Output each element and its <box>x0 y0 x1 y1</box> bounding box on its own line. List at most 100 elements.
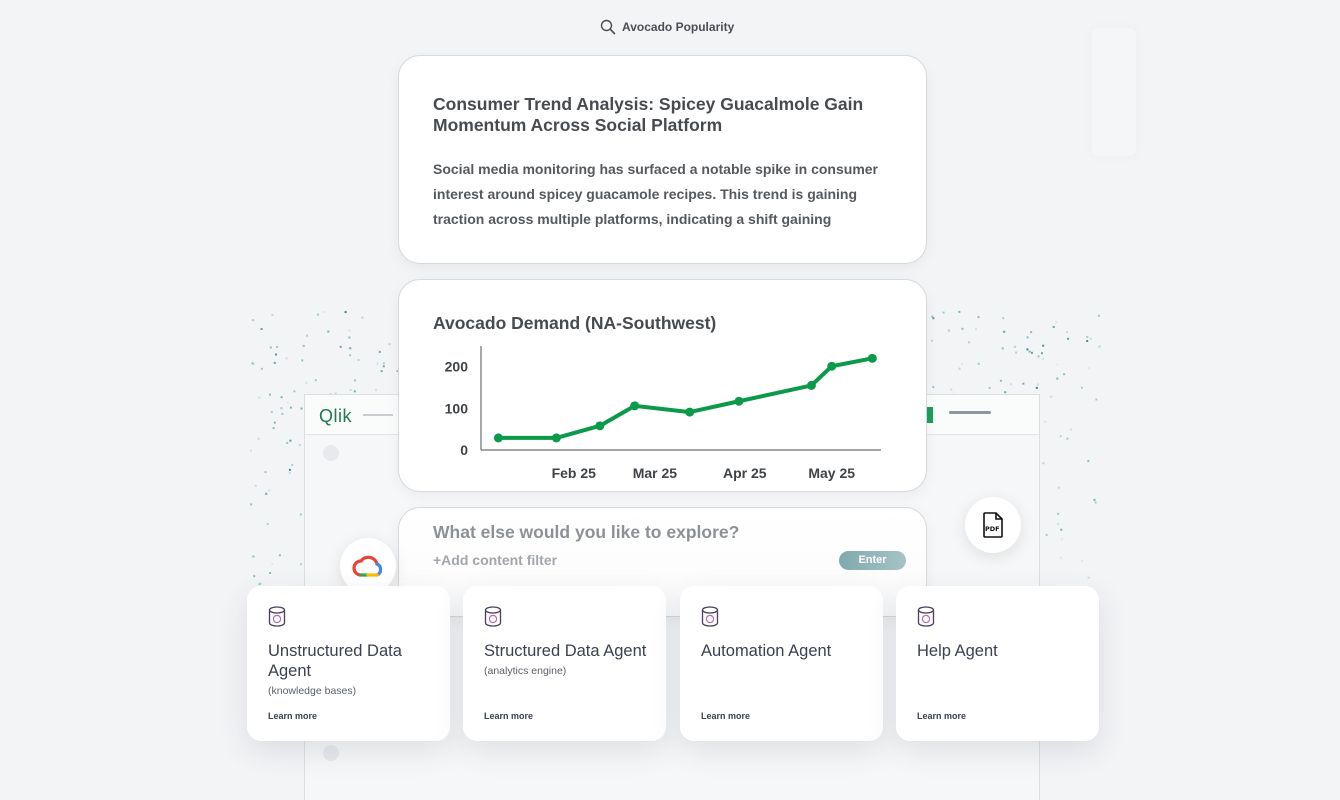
particle-dot <box>1061 538 1064 541</box>
particle-dot <box>1004 391 1007 394</box>
particle-dot <box>1028 350 1031 353</box>
agent-card-unstructured[interactable]: Unstructured Data Agent (knowledge bases… <box>247 586 450 741</box>
particle-dot <box>286 441 289 444</box>
menu-bar-icon <box>949 411 991 414</box>
particle-dot <box>265 492 268 495</box>
particle-dot <box>273 421 276 424</box>
particle-dot <box>250 503 253 506</box>
particle-dot <box>260 328 263 330</box>
particle-dot <box>286 401 289 404</box>
particle-dot <box>288 471 291 474</box>
particle-dot <box>257 437 260 440</box>
learn-more-link[interactable]: Learn more <box>268 711 317 721</box>
particle-dot <box>353 390 356 393</box>
particle-dot <box>1080 386 1083 389</box>
particle-dot <box>380 370 383 373</box>
particle-dot <box>289 406 292 409</box>
particle-dot <box>977 362 980 365</box>
particle-dot <box>1070 428 1072 431</box>
particle-dot <box>1055 321 1058 324</box>
article-body: Social media monitoring has surfaced a n… <box>433 161 879 227</box>
particle-dot <box>930 339 933 342</box>
particle-dot <box>975 327 977 330</box>
particle-dot <box>375 389 377 392</box>
article-card: Consumer Trend Analysis: Spicey Guacalmo… <box>398 55 927 264</box>
faint-panel <box>1092 28 1136 156</box>
x-tick-label: May 25 <box>808 465 855 481</box>
google-cloud-icon <box>352 555 383 577</box>
enter-button[interactable]: Enter <box>839 551 906 570</box>
particle-dot <box>1087 576 1090 579</box>
data-point <box>685 407 695 417</box>
particle-dot <box>1057 486 1060 489</box>
particle-dot <box>1026 348 1029 351</box>
particle-dot <box>327 330 330 333</box>
header-divider <box>363 414 393 416</box>
particle-dot <box>1030 351 1033 354</box>
particle-dot <box>269 346 272 349</box>
particle-dot <box>1003 330 1006 333</box>
particle-dot <box>305 381 308 384</box>
particle-dot <box>1042 462 1045 465</box>
learn-more-link[interactable]: Learn more <box>917 711 966 721</box>
search-label[interactable]: Avocado Popularity <box>600 19 734 35</box>
chart-card: Avocado Demand (NA-Southwest) 0 100 200 Feb… <box>398 279 927 492</box>
particle-dot <box>1030 331 1033 334</box>
y-tick-label: 200 <box>445 359 469 375</box>
particle-dot <box>382 365 385 368</box>
agent-card-help[interactable]: Help Agent Learn more <box>896 586 1099 741</box>
particle-dot <box>271 563 274 566</box>
particle-dot <box>314 379 317 382</box>
particle-dot <box>288 468 291 471</box>
particle-dot <box>961 327 964 330</box>
particle-dot <box>1095 398 1098 401</box>
particle-dot <box>1093 498 1096 501</box>
database-agent-icon <box>268 606 286 627</box>
sidebar-dot <box>323 745 339 761</box>
particle-dot <box>258 396 261 399</box>
particle-dot <box>1097 314 1100 317</box>
particle-dot <box>1044 420 1047 423</box>
agent-card-automation[interactable]: Automation Agent Learn more <box>680 586 883 741</box>
particle-dot <box>291 464 294 466</box>
particle-dot <box>1014 345 1017 348</box>
particle-dot <box>1057 512 1060 515</box>
particle-dot <box>344 311 347 314</box>
x-tick-label: Feb 25 <box>552 465 597 481</box>
pdf-file-icon: PDF <box>983 512 1003 538</box>
particle-dot <box>1010 383 1012 386</box>
data-point <box>551 433 561 443</box>
agent-name: Automation Agent <box>701 642 832 660</box>
particle-dot <box>1059 435 1062 438</box>
database-agent-icon <box>484 606 502 627</box>
particle-dot <box>942 311 945 314</box>
explore-prompt-input[interactable]: What else would you like to explore? <box>433 522 906 543</box>
particle-dot <box>1089 337 1092 340</box>
particle-dot <box>275 353 277 356</box>
particle-dot <box>1022 382 1025 385</box>
sidebar-dot <box>323 445 339 461</box>
particle-dot <box>1081 560 1084 563</box>
particle-dot <box>293 390 296 393</box>
data-point <box>734 396 744 406</box>
particle-dot <box>1066 437 1069 440</box>
particle-dot <box>1045 533 1048 536</box>
data-point <box>595 421 605 431</box>
qlik-logo: Qlik <box>319 406 352 426</box>
particle-dot <box>339 345 342 348</box>
agent-card-structured[interactable]: Structured Data Agent (analytics engine)… <box>463 586 666 741</box>
learn-more-link[interactable]: Learn more <box>484 711 533 721</box>
line-chart: 0 100 200 Feb 25 Mar 25 Apr 25 May 25 <box>445 346 881 481</box>
particle-dot <box>1086 336 1089 338</box>
particle-dot <box>1088 367 1090 370</box>
particle-dot <box>1050 395 1053 398</box>
add-content-filter-link[interactable]: +Add content filter <box>433 552 906 568</box>
learn-more-link[interactable]: Learn more <box>701 711 750 721</box>
particle-dot <box>285 357 288 360</box>
particle-dot <box>298 444 301 447</box>
particle-dot <box>1037 383 1039 386</box>
particle-dot <box>1094 501 1097 504</box>
particle-dot <box>250 449 252 452</box>
article-title: Consumer Trend Analysis: Spicey Guacalmo… <box>433 94 864 135</box>
particle-dot <box>302 344 305 347</box>
